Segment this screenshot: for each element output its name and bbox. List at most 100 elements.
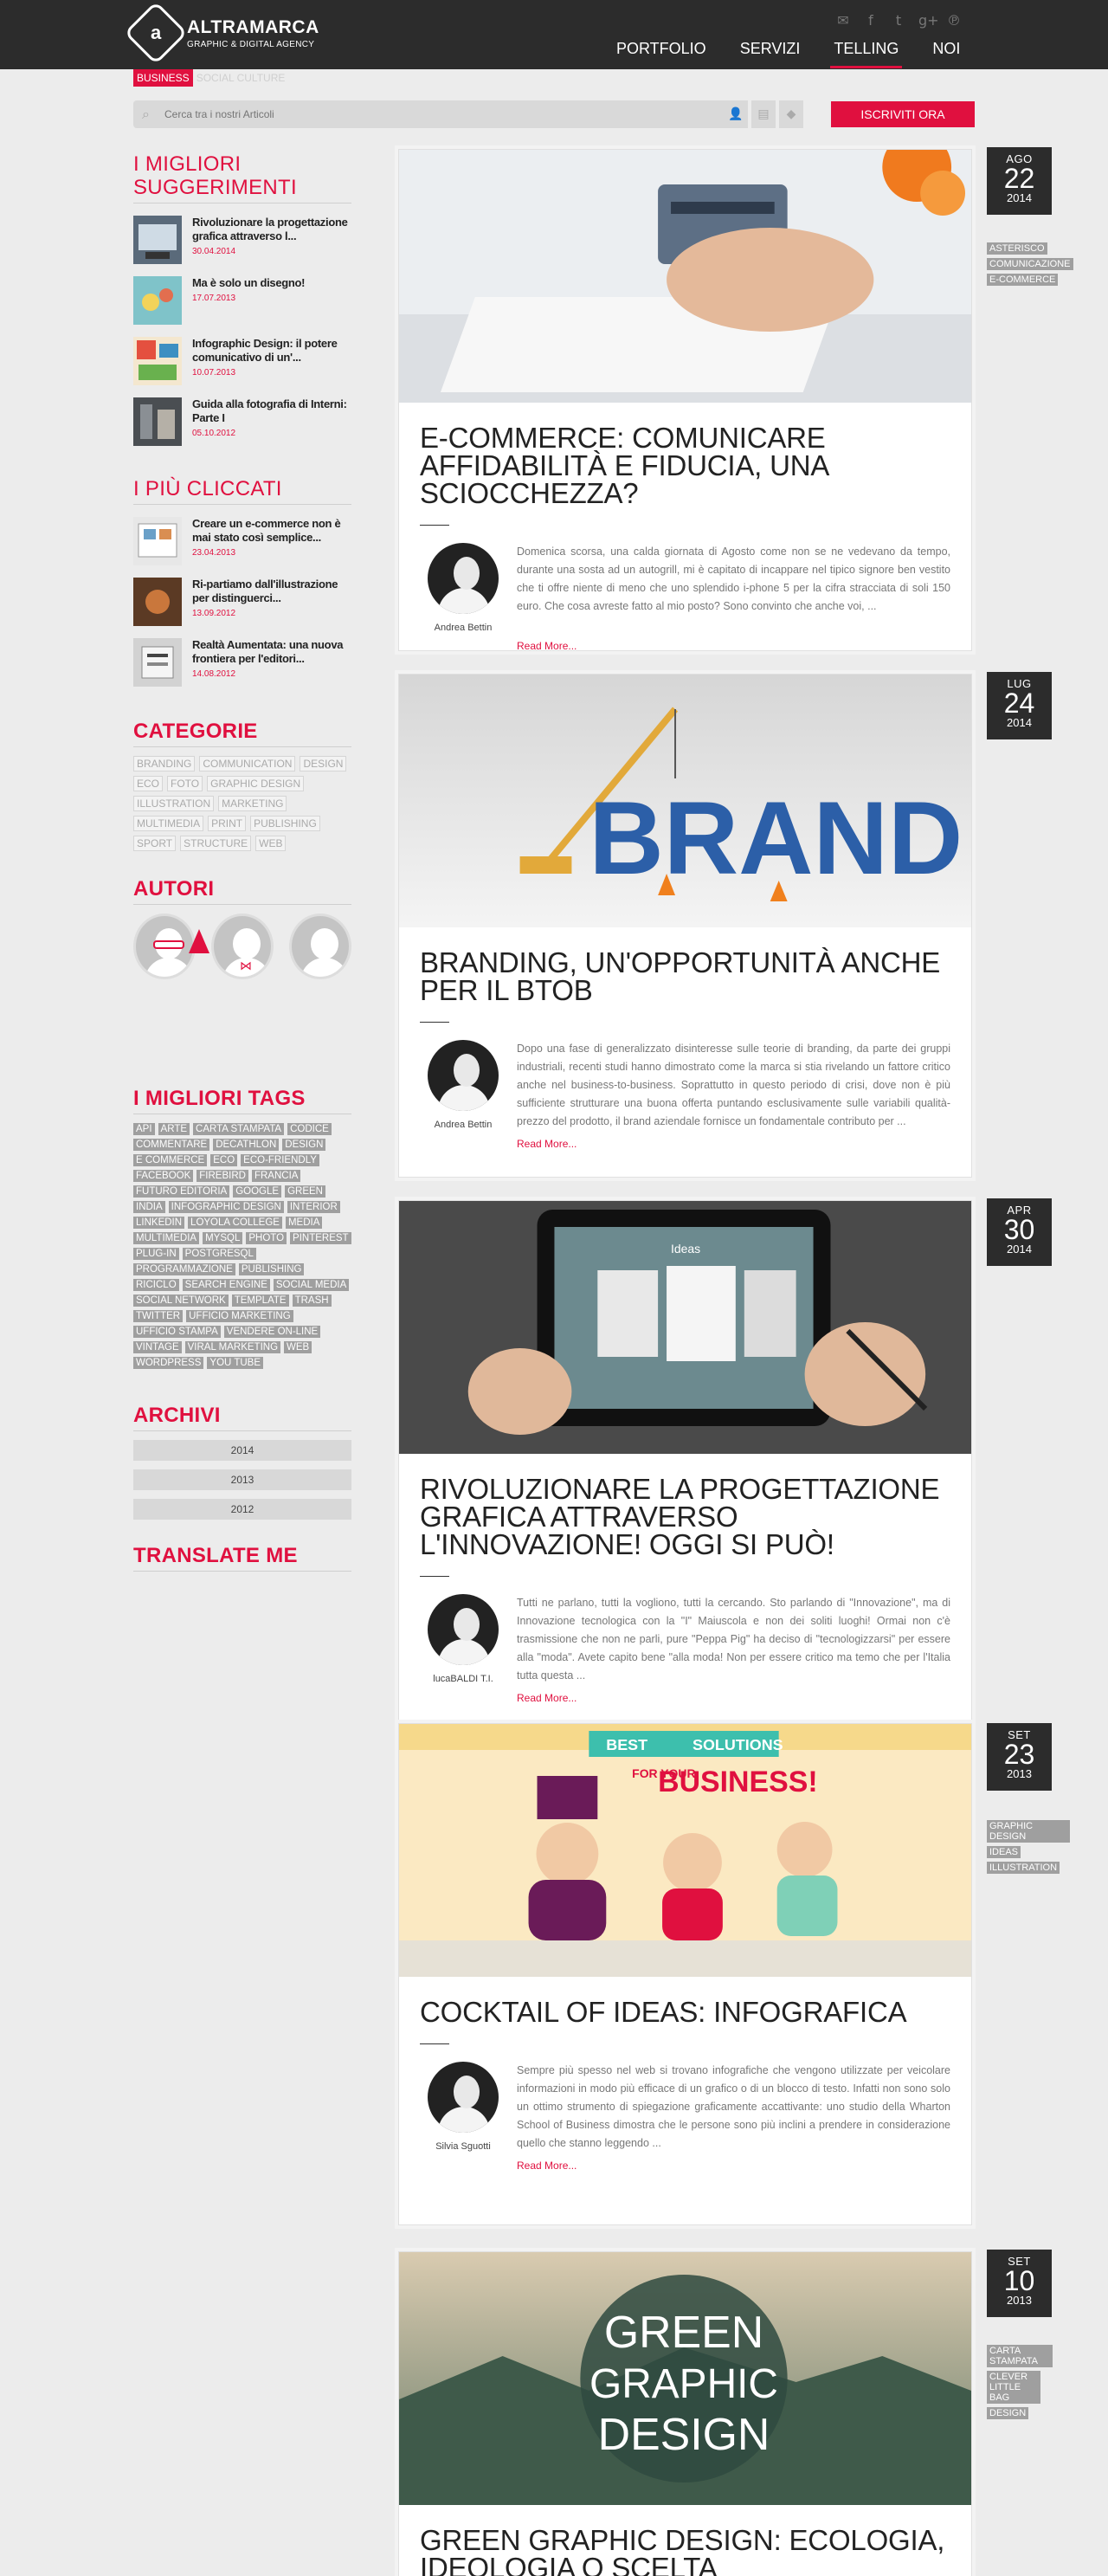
post-tag[interactable]: CARTA STAMPATA [987, 2345, 1053, 2367]
subscribe-button[interactable]: ISCRIVITI ORA [831, 101, 975, 127]
category-tag[interactable]: WEB [255, 836, 287, 851]
tag-item[interactable]: SOCIAL MEDIA [273, 1279, 350, 1291]
tag-item[interactable]: PINTEREST [290, 1232, 351, 1244]
best-post-item[interactable]: Ma è solo un disegno! 17.07.2013 [133, 276, 351, 325]
tag-item[interactable]: TEMPLATE [231, 1294, 289, 1307]
author-photo[interactable] [428, 2062, 499, 2133]
tag-item[interactable]: TRASH [292, 1294, 332, 1307]
post-title[interactable]: COCKTAIL OF IDEAS: INFOGRAFICA [399, 1981, 971, 2026]
tag-item[interactable]: UFFICIO STAMPA [133, 1326, 221, 1338]
category-tag[interactable]: FOTO [167, 776, 203, 791]
author-name[interactable]: lucaBALDI T.I. [420, 1674, 506, 1684]
read-more-link[interactable]: Read More... [517, 1138, 971, 1150]
best-post-item[interactable]: Rivoluzionare la progettazione grafica a… [133, 216, 351, 264]
tag-item[interactable]: PUBLISHING [238, 1263, 305, 1275]
tag-item[interactable]: MEDIA [285, 1217, 323, 1229]
clicked-post-item[interactable]: Ri-partiamo dall'illustrazione per disti… [133, 578, 351, 626]
read-more-link[interactable]: Read More... [517, 1692, 971, 1704]
post-tag[interactable]: IDEAS [987, 1846, 1021, 1858]
tag-item[interactable]: VINTAGE [133, 1341, 182, 1353]
tag-item[interactable]: WORDPRESS [133, 1357, 204, 1369]
pinterest-icon[interactable]: ℗ [946, 12, 962, 29]
nav-portfolio[interactable]: PORTFOLIO [616, 40, 706, 69]
post-tag[interactable]: ASTERISCO [987, 242, 1047, 255]
category-tag[interactable]: STRUCTURE [180, 836, 252, 851]
category-tag[interactable]: GRAPHIC DESIGN [207, 776, 305, 791]
tag-item[interactable]: YOU TUBE [207, 1357, 263, 1369]
tag-item[interactable]: GOOGLE [233, 1185, 282, 1198]
tag-item[interactable]: UFFICIO MARKETING [186, 1310, 293, 1322]
tag-item[interactable]: POSTGRESQL [182, 1248, 256, 1260]
googleplus-icon[interactable]: g+ [918, 12, 939, 29]
author-avatar[interactable]: ⋈ [211, 914, 274, 979]
author-avatar[interactable] [289, 914, 351, 979]
clicked-post-item[interactable]: Creare un e-commerce non è mai stato cos… [133, 517, 351, 565]
post-title[interactable]: RIVOLUZIONARE LA PROGETTAZIONE GRAFICA A… [399, 1458, 971, 1559]
category-tag[interactable]: BRANDING [133, 756, 196, 772]
best-post-item[interactable]: Infographic Design: il potere comunicati… [133, 337, 351, 385]
post-tag[interactable]: ILLUSTRATION [987, 1862, 1060, 1874]
tag-item[interactable]: SEARCH ENGINE [182, 1279, 270, 1291]
tag-item[interactable]: WEB [284, 1341, 312, 1353]
tag-item[interactable]: DESIGN [282, 1139, 326, 1151]
tag-item[interactable]: INTERIOR [287, 1201, 340, 1213]
author-photo[interactable] [428, 1594, 499, 1665]
mail-icon[interactable]: ✉ [835, 12, 851, 29]
nav-servizi[interactable]: SERVIZI [740, 40, 801, 69]
tag-item[interactable]: TWITTER [133, 1310, 184, 1322]
category-tag[interactable]: COMMUNICATION [199, 756, 296, 772]
post-tag[interactable]: DESIGN [987, 2407, 1029, 2419]
tag-item[interactable]: LINKEDIN [133, 1217, 185, 1229]
author-name[interactable]: Silvia Sguotti [420, 2141, 506, 2152]
tag-item[interactable]: E COMMERCE [133, 1154, 208, 1166]
tag-item[interactable]: MYSQL [203, 1232, 243, 1244]
subnav-business[interactable]: BUSINESS [133, 69, 193, 87]
logo[interactable]: a ALTRAMARCA GRAPHIC & DIGITAL AGENCY [124, 1, 319, 65]
tag-item[interactable]: MULTIMEDIA [133, 1232, 200, 1244]
tag-item[interactable]: API [133, 1123, 155, 1135]
tag-icon[interactable]: ◆ [779, 100, 803, 128]
tag-item[interactable]: PROGRAMMAZIONE [133, 1263, 235, 1275]
read-more-link[interactable]: Read More... [517, 640, 971, 652]
post-image[interactable]: BEST SOLUTIONS FOR YOUR BUSINESS! [399, 1724, 971, 1977]
tag-item[interactable]: ARTE [158, 1123, 190, 1135]
twitter-icon[interactable]: t [891, 12, 906, 29]
tag-item[interactable]: PHOTO [246, 1232, 287, 1244]
tag-item[interactable]: RICICLO [133, 1279, 179, 1291]
tag-item[interactable]: FACEBOOK [133, 1170, 194, 1182]
post-tag[interactable]: COMUNICAZIONE [987, 258, 1073, 270]
facebook-icon[interactable]: f [863, 12, 879, 29]
tag-item[interactable]: GREEN [285, 1185, 325, 1198]
tag-item[interactable]: INFOGRAPHIC DESIGN [168, 1201, 284, 1213]
tag-item[interactable]: ECO-FRIENDLY [241, 1154, 319, 1166]
search-icon[interactable]: ⌕ [142, 106, 150, 123]
best-post-item[interactable]: Guida alla fotografia di Interni: Parte … [133, 397, 351, 446]
tag-item[interactable]: CODICE [287, 1123, 332, 1135]
post-tag[interactable]: E-COMMERCE [987, 274, 1059, 286]
tag-item[interactable]: PLUG-IN [133, 1248, 179, 1260]
post-title[interactable]: BRANDING, UN'OPPORTUNITÀ ANCHE PER IL BT… [399, 932, 971, 1004]
author-photo[interactable] [428, 1040, 499, 1111]
archive-year[interactable]: 2013 [133, 1469, 351, 1490]
tag-item[interactable]: SOCIAL NETWORK [133, 1294, 229, 1307]
post-image[interactable]: GREEN GRAPHIC DESIGN [399, 2252, 971, 2505]
tag-item[interactable]: FRANCIA [251, 1170, 301, 1182]
tag-item[interactable]: INDIA [133, 1201, 165, 1213]
tag-item[interactable]: LOYOLA COLLEGE [188, 1217, 282, 1229]
post-image[interactable]: BRAND [399, 675, 971, 927]
user-icon[interactable]: 👤 [724, 100, 748, 128]
category-tag[interactable]: DESIGN [300, 756, 347, 772]
nav-telling[interactable]: TELLING [830, 40, 903, 69]
author-name[interactable]: Andrea Bettin [420, 623, 506, 633]
archive-year[interactable]: 2012 [133, 1499, 351, 1520]
post-image[interactable]: Ideas [399, 1201, 971, 1454]
author-photo[interactable] [428, 543, 499, 614]
post-tag[interactable]: GRAPHIC DESIGN [987, 1820, 1070, 1843]
post-tag[interactable]: CLEVER LITTLE BAG [987, 2371, 1040, 2404]
tag-item[interactable]: FUTURO EDITORIA [133, 1185, 230, 1198]
post-title[interactable]: GREEN GRAPHIC DESIGN: ECOLOGIA, IDEOLOGI… [399, 2509, 971, 2576]
tag-item[interactable]: VIRAL MARKETING [184, 1341, 281, 1353]
category-tag[interactable]: ECO [133, 776, 164, 791]
subnav-social-culture[interactable]: SOCIAL CULTURE [193, 69, 289, 87]
tag-item[interactable]: ECO [210, 1154, 238, 1166]
